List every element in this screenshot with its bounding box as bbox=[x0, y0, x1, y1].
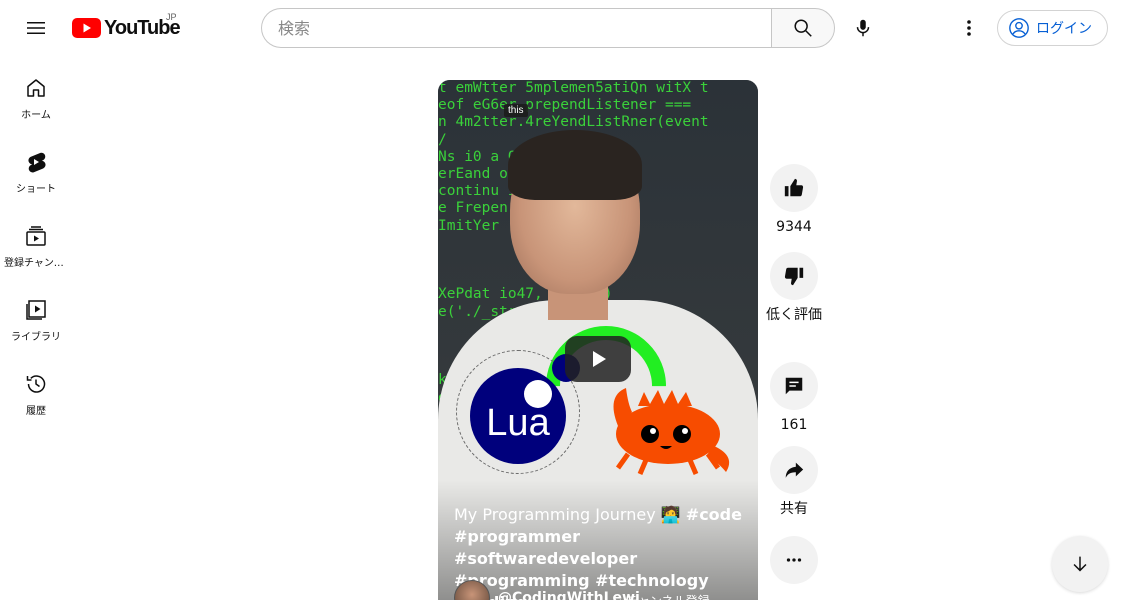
settings-more-button[interactable] bbox=[949, 8, 989, 48]
share-action: 共有 bbox=[770, 446, 818, 536]
hamburger-icon bbox=[27, 22, 45, 34]
more-actions-button[interactable] bbox=[770, 536, 818, 584]
comments-button[interactable] bbox=[770, 362, 818, 410]
history-icon bbox=[26, 375, 46, 393]
person-hair bbox=[508, 130, 642, 200]
sidebar-item-subscriptions[interactable]: 登録チャンネル bbox=[0, 204, 72, 278]
comment-action: 161 bbox=[770, 362, 818, 446]
lua-logo: Lua bbox=[470, 368, 566, 464]
youtube-play-logo-icon bbox=[72, 18, 101, 38]
dislike-action: 低く評価 bbox=[766, 252, 822, 362]
code-line: n 4m2tter.4reYendListRner(event bbox=[438, 114, 709, 131]
play-icon bbox=[593, 351, 606, 367]
account-circle-icon bbox=[1009, 18, 1029, 38]
search-button[interactable] bbox=[771, 8, 835, 48]
subscriptions-icon bbox=[26, 226, 46, 246]
shorts-actions: 9344 低く評価 161 共有 bbox=[766, 164, 822, 584]
sidebar-item-shorts[interactable]: ショート bbox=[0, 130, 72, 204]
ferris-crab-icon bbox=[613, 388, 730, 475]
mini-guide: ホーム ショート 登録チャンネル ライブラリ 履歴 bbox=[0, 56, 72, 426]
vertical-dots-icon bbox=[967, 20, 971, 36]
next-video-button[interactable] bbox=[1052, 536, 1108, 592]
comment-count: 161 bbox=[780, 417, 808, 433]
region-code: JP bbox=[166, 12, 177, 22]
sidebar-item-history[interactable]: 履歴 bbox=[0, 352, 72, 426]
code-line: eof eG6er.prependListener === bbox=[438, 97, 692, 114]
arrow-down-icon bbox=[1073, 556, 1087, 572]
channel-info: @CodingWithLewi bbox=[454, 580, 640, 600]
login-button[interactable]: ログイン bbox=[997, 10, 1108, 46]
channel-avatar[interactable] bbox=[454, 580, 490, 600]
more-action bbox=[770, 536, 818, 584]
share-button[interactable] bbox=[770, 446, 818, 494]
subscribe-button[interactable]: チャンネル登録 bbox=[626, 592, 710, 600]
voice-search-button[interactable] bbox=[843, 8, 883, 48]
sidebar-item-label: ホーム bbox=[21, 110, 51, 121]
play-button[interactable] bbox=[565, 336, 631, 382]
lua-logo-moon bbox=[524, 380, 552, 408]
comment-icon bbox=[785, 377, 803, 395]
channel-name[interactable]: @CodingWithLewi bbox=[498, 590, 640, 600]
search-box bbox=[261, 8, 835, 48]
sidebar-item-label: 登録チャンネル bbox=[4, 258, 68, 269]
code-line: / bbox=[438, 131, 447, 148]
video-title-text: My Programming Journey 🧑‍💻 bbox=[454, 505, 686, 524]
dislike-label: 低く評価 bbox=[766, 307, 822, 323]
lua-logo-text: Lua bbox=[486, 401, 550, 444]
masthead: YouTube JP ログイン bbox=[0, 0, 1124, 56]
dislike-button[interactable] bbox=[770, 252, 818, 300]
like-count: 9344 bbox=[776, 219, 812, 235]
sidebar-item-library[interactable]: ライブラリ bbox=[0, 278, 72, 352]
share-label: 共有 bbox=[780, 501, 808, 517]
shorts-player[interactable]: t emWtter 5mplemen5atiQn witX t eof eG6er… bbox=[438, 80, 758, 600]
thumbs-up-icon bbox=[784, 178, 804, 197]
sidebar-item-label: ショート bbox=[16, 184, 56, 195]
like-action: 9344 bbox=[770, 164, 818, 252]
like-button[interactable] bbox=[770, 164, 818, 212]
guide-menu-button[interactable] bbox=[16, 8, 56, 48]
sidebar-item-label: ライブラリ bbox=[11, 332, 61, 343]
sidebar-item-home[interactable]: ホーム bbox=[0, 56, 72, 130]
horizontal-dots-icon bbox=[786, 558, 802, 562]
thumbs-down-icon bbox=[784, 267, 804, 286]
youtube-logo[interactable]: YouTube bbox=[72, 14, 181, 42]
microphone-icon bbox=[856, 19, 870, 37]
home-icon bbox=[27, 79, 45, 97]
video-tooltip: this bbox=[504, 104, 528, 117]
login-label: ログイン bbox=[1036, 21, 1092, 37]
shorts-icon bbox=[28, 152, 46, 173]
share-arrow-icon bbox=[785, 462, 804, 478]
sidebar-item-label: 履歴 bbox=[26, 406, 46, 417]
code-line: t emWtter 5mplemen5atiQn witX t bbox=[438, 80, 709, 96]
search-input[interactable] bbox=[261, 8, 771, 48]
search-icon bbox=[794, 19, 812, 37]
library-icon bbox=[26, 300, 46, 320]
